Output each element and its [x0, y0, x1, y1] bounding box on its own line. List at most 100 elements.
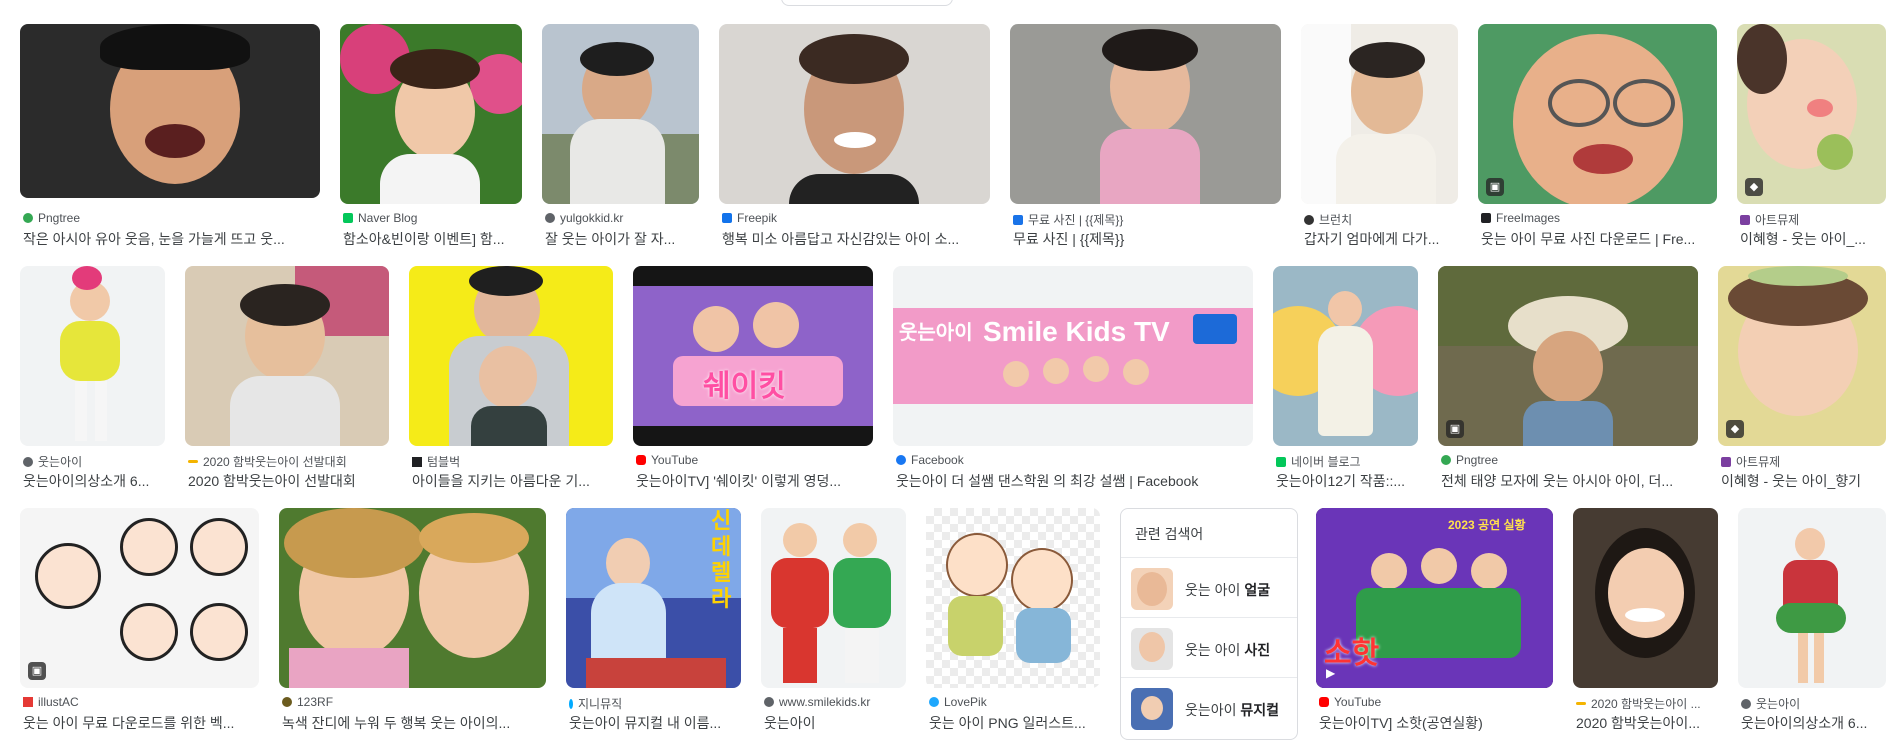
result-title[interactable]: 웃는아이TV] 소핫(공연실황)	[1319, 713, 1554, 733]
result-title[interactable]: 웃는 아이 무료 사진 다운로드 | Fre...	[1481, 229, 1717, 249]
result-source: YouTube	[1319, 695, 1381, 709]
result-title[interactable]: 무료 사진 | {{제목}}	[1013, 229, 1281, 249]
result-source: 브런치	[1304, 211, 1352, 228]
result-title[interactable]: 2020 함박웃는아이...	[1576, 713, 1719, 733]
result-thumbnail[interactable]	[1273, 266, 1418, 446]
source-label: YouTube	[1334, 695, 1382, 709]
source-label: Facebook	[911, 453, 964, 467]
image-badge-icon: ▣	[1446, 420, 1464, 438]
result-title[interactable]: 갑자기 엄마에게 다가...	[1304, 229, 1459, 249]
result-title[interactable]: 웃는아이의상소개 6...	[1741, 713, 1886, 733]
result-thumbnail[interactable]: ▣	[1438, 266, 1698, 446]
source-label: FreeImages	[1496, 211, 1561, 225]
related-search-text: 웃는 아이 얼굴	[1185, 582, 1271, 598]
result-title[interactable]: 웃는 아이 PNG 일러스트...	[929, 713, 1101, 733]
result-source: 아트뮤제	[1740, 211, 1799, 228]
result-thumbnail[interactable]	[926, 508, 1100, 688]
pngtree-favicon-icon	[1441, 455, 1451, 465]
result-thumbnail[interactable]: ◆	[1718, 266, 1886, 446]
related-searches-title: 관련 검색어	[1135, 526, 1204, 542]
result-source: YouTube	[636, 453, 698, 467]
result-thumbnail[interactable]	[1010, 24, 1281, 204]
result-source: 2020 함박웃는아이 선발대회	[188, 453, 347, 470]
related-search-text: 웃는아이 뮤지컬	[1185, 702, 1280, 718]
source-label: 2020 함박웃는아이 선발대회	[203, 455, 347, 469]
play-icon[interactable]: ▶	[1326, 666, 1335, 680]
globe-icon	[23, 456, 33, 467]
result-thumbnail[interactable]	[1301, 24, 1458, 204]
result-source: Naver Blog	[343, 211, 417, 225]
result-title[interactable]: 아이들을 지키는 아름다운 기...	[412, 471, 614, 491]
result-source: 2020 함박웃는아이 ...	[1576, 695, 1701, 712]
result-title[interactable]: 2020 함박웃는아이 선발대회	[188, 471, 390, 491]
result-thumbnail[interactable]: ▣	[20, 508, 259, 688]
result-thumbnail[interactable]: ▣	[1478, 24, 1717, 204]
result-source: Facebook	[896, 453, 964, 467]
result-title[interactable]: 웃는아이의상소개 6...	[23, 471, 166, 491]
result-source: 웃는아이	[23, 453, 82, 470]
naver-blog-favicon-icon	[343, 213, 353, 223]
result-source: 텀블벅	[412, 453, 460, 470]
result-thumbnail[interactable]	[20, 24, 320, 198]
result-thumbnail[interactable]	[761, 508, 906, 688]
result-thumbnail[interactable]	[1573, 508, 1718, 688]
result-thumbnail[interactable]	[340, 24, 522, 204]
illustac-favicon-icon	[23, 697, 33, 707]
result-title[interactable]: 이혜형 - 웃는 아이_...	[1740, 229, 1886, 249]
result-title[interactable]: 웃는아이TV] '쉐이킷' 이렇게 영덩...	[636, 471, 874, 491]
result-thumbnail[interactable]: 소핫 2023 공연 실황 ▶	[1316, 508, 1553, 688]
result-title[interactable]: 녹색 잔디에 누워 두 행복 웃는 아이의...	[282, 713, 547, 733]
related-thumbnail	[1131, 628, 1173, 670]
related-thumbnail	[1131, 688, 1173, 730]
source-label: 123RF	[297, 695, 334, 709]
result-title[interactable]: 이혜형 - 웃는 아이_향기	[1721, 471, 1886, 491]
source-label: 텀블벅	[427, 455, 461, 469]
naver-blog-favicon-icon	[1276, 456, 1286, 467]
brunch-favicon-icon	[1304, 214, 1314, 225]
result-thumbnail[interactable]	[542, 24, 699, 204]
brand-logo-text: Smile Kids TV	[983, 316, 1170, 347]
result-thumbnail[interactable]	[409, 266, 613, 446]
related-search-item[interactable]: 웃는 아이 얼굴	[1121, 557, 1297, 618]
artmuse-favicon-icon	[1721, 456, 1731, 467]
result-title[interactable]: 행복 미소 아름답고 자신감있는 아이 소...	[722, 229, 990, 249]
result-title[interactable]: 웃는아이12기 작품::...	[1276, 471, 1419, 491]
result-title[interactable]: 웃는 아이 무료 다운로드를 위한 벡...	[23, 713, 259, 733]
result-thumbnail[interactable]: ◆	[1737, 24, 1886, 204]
result-thumbnail[interactable]	[719, 24, 990, 204]
result-thumbnail[interactable]	[279, 508, 546, 688]
result-source: www.smilekids.kr	[764, 695, 870, 709]
result-title[interactable]: 웃는아이 뮤지컬 내 이름...	[569, 713, 742, 733]
result-thumbnail[interactable]	[20, 266, 165, 446]
result-thumbnail[interactable]	[1738, 508, 1886, 688]
result-title[interactable]: 함소아&빈이랑 이벤트] 함...	[343, 229, 523, 249]
result-source: 아트뮤제	[1721, 453, 1780, 470]
result-thumbnail[interactable]: 쉐이킷	[633, 266, 873, 446]
tumblbug-favicon-icon	[412, 456, 422, 467]
video-banner-text: 2023 공연 실황	[1448, 518, 1526, 532]
result-title[interactable]: 작은 아시아 유아 웃음, 눈을 가늘게 뜨고 웃...	[23, 229, 313, 249]
result-source: Pngtree	[1441, 453, 1498, 467]
related-search-item[interactable]: 웃는아이 뮤지컬	[1121, 677, 1297, 738]
source-label: 무료 사진 | {{제목}}	[1028, 213, 1124, 227]
event-favicon-icon	[1576, 702, 1586, 705]
source-label: YouTube	[651, 453, 699, 467]
result-thumbnail[interactable]: 신데렐라	[566, 508, 741, 688]
tag-icon: ◆	[1745, 178, 1763, 196]
result-thumbnail[interactable]	[185, 266, 389, 446]
result-title[interactable]: 전체 태양 모자에 웃는 아시아 아이, 더...	[1441, 471, 1699, 491]
poster-title-text: 신데렐라	[711, 508, 732, 611]
source-label: 브런치	[1319, 213, 1353, 227]
facebook-favicon-icon	[896, 455, 906, 465]
event-favicon-icon	[188, 460, 198, 463]
result-title[interactable]: 잘 웃는 아이가 잘 자...	[545, 229, 700, 249]
result-source: 무료 사진 | {{제목}}	[1013, 211, 1123, 228]
result-thumbnail[interactable]: 웃는아이 Smile Kids TV	[893, 266, 1253, 446]
source-label: 웃는아이	[1756, 697, 1801, 711]
result-title[interactable]: 웃는아이 더 설쌤 댄스학원 의 최강 설쌤 | Facebook	[896, 471, 1254, 491]
result-title[interactable]: 웃는아이	[764, 713, 907, 733]
top-pill-button[interactable]	[781, 0, 953, 6]
source-label: illustAC	[38, 695, 79, 709]
source-label: 네이버 블로그	[1291, 455, 1361, 469]
related-search-item[interactable]: 웃는 아이 사진	[1121, 617, 1297, 678]
